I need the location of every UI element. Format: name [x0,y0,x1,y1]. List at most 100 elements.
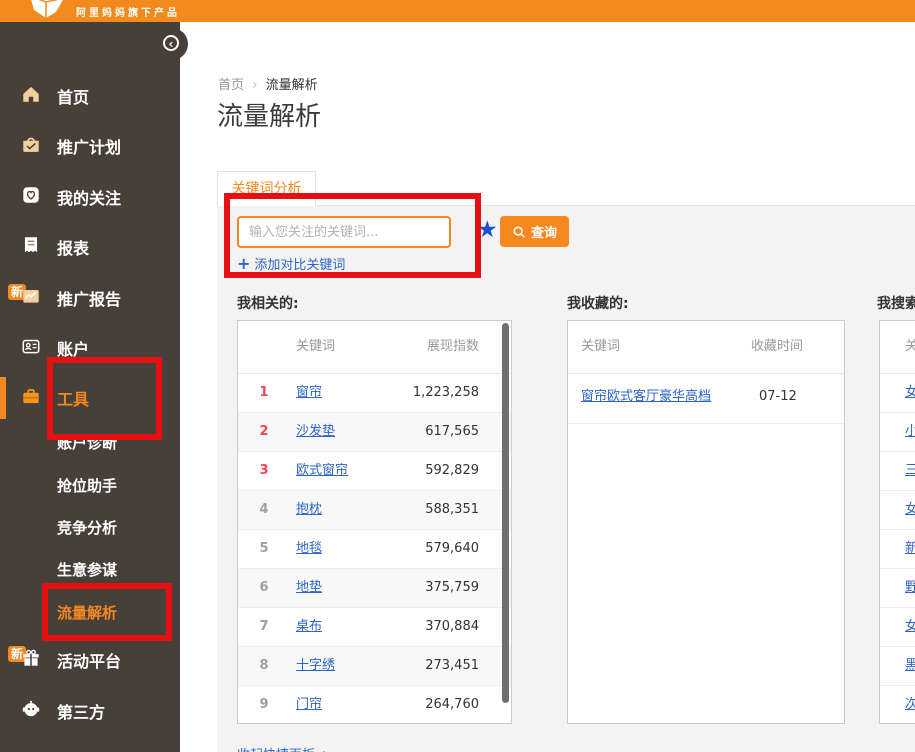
rank: 8 [252,647,276,685]
sidebar-subitem-competition-analysis[interactable]: 竞争分析 [57,517,117,539]
keyword-link[interactable]: 欧式窗帘 [296,452,348,490]
table-row: 6 地垫 375,759 [238,569,511,608]
table-scrollbar[interactable] [502,323,509,703]
table-row: 5地毯579,640 [238,530,511,569]
keyword-link[interactable]: 女 [905,491,915,529]
sidebar-item-label: 我的关注 [57,185,121,209]
table-row: 窗帘欧式客厅豪华高档 07-12 [568,374,844,424]
rank: 2 [252,413,276,451]
keyword-link[interactable]: 新 [905,530,915,568]
sidebar-item-promo-report[interactable]: 推广报告 新 [0,283,180,311]
sidebar-item-third-party[interactable]: 第三方 [0,696,180,724]
toolbox-icon [20,385,42,407]
keyword-link[interactable]: 野 [905,569,915,607]
sidebar-item-activity-platform[interactable]: 活动平台 新 [0,645,180,673]
plus-icon: + [237,254,250,273]
related-panel-title: 我相关的: [237,293,299,313]
topbar: 阿里妈妈旗下产品 [0,0,915,22]
keyword-link[interactable]: 桌布 [296,608,322,646]
keyword-link[interactable]: 窗帘欧式客厅豪华高档 [581,374,711,420]
table-row: 黑 [880,647,915,686]
table-row: 女 [880,374,915,413]
add-compare-keyword-link[interactable]: + 添加对比关键词 [237,254,345,273]
favorite-star-icon[interactable]: ★ [477,217,498,243]
breadcrumb-current: 流量解析 [266,78,318,93]
rank: 4 [252,491,276,529]
sidebar-item-label: 工具 [57,386,89,410]
keyword-link[interactable]: 黑 [905,647,915,685]
rank: 6 [252,569,276,607]
keyword-link[interactable]: 小 [905,413,915,451]
table-row: 新 [880,530,915,569]
sidebar-item-campaigns[interactable]: 推广计划 [0,131,180,159]
robot-icon [20,698,42,720]
impression-value: 1,223,258 [413,374,479,412]
promo-report-icon [20,285,42,307]
table-header: 关键词 收藏时间 [568,321,844,374]
sidebar-subitem-account-diagnosis[interactable]: 账户诊断 [57,432,117,454]
sidebar-collapse-button[interactable]: ‹ [156,28,188,60]
add-compare-label: 添加对比关键词 [254,258,345,273]
chevron-up-icon: ∧ [319,748,329,752]
related-keywords-table: 关键词 展现指数 1窗帘1,223,258 2沙发垫617,565 3欧式窗帘5… [237,320,512,724]
table-header: 关键词 [880,321,915,374]
sidebar-item-my-follows[interactable]: 我的关注 [0,182,180,210]
gift-icon [20,647,42,669]
impression-value: 592,829 [425,452,479,490]
sidebar-subitem-business-advisor[interactable]: 生意参谋 [57,559,117,581]
id-card-icon [20,335,42,357]
col-favorite-time: 收藏时间 [751,321,803,373]
rank: 7 [252,608,276,646]
impression-value: 579,640 [425,530,479,568]
query-button[interactable]: 查询 [500,216,569,247]
sidebar-item-tools[interactable]: 工具 [0,383,180,411]
table-row: 7桌布370,884 [238,608,511,647]
sidebar: ‹ 首页 推广计划 我的关注 报表 推广报告 新 账户 [0,22,180,752]
table-row: 小 [880,413,915,452]
table-row: 女 [880,491,915,530]
table-row: 三 [880,452,915,491]
breadcrumb-home-link[interactable]: 首页 [218,78,244,93]
sidebar-item-label: 账户 [57,336,89,360]
impression-value: 375,759 [425,569,479,607]
impression-value: 273,451 [425,647,479,685]
keyword-link[interactable]: 窗帘 [296,374,322,412]
sidebar-subitem-rank-assistant[interactable]: 抢位助手 [57,475,117,497]
heart-icon [20,184,42,206]
table-row: 1 窗帘 1,223,258 [238,374,511,413]
sidebar-item-label: 第三方 [57,699,105,723]
keyword-link[interactable]: 次 [905,686,915,724]
table-row: 野 [880,569,915,608]
keyword-link[interactable]: 十字绣 [296,647,335,685]
keyword-link[interactable]: 三 [905,452,915,490]
sidebar-subitem-traffic-analysis[interactable]: 流量解析 [57,602,117,624]
col-keyword: 关键词 [296,321,335,373]
rank: 3 [252,452,276,490]
sidebar-item-label: 报表 [57,235,89,259]
rank: 1 [252,374,276,412]
table-row: 4抱枕588,351 [238,491,511,530]
favorite-time: 07-12 [759,374,797,420]
keyword-link[interactable]: 地垫 [296,569,322,607]
keyword-link[interactable]: 地毯 [296,530,322,568]
collapse-quick-panel-link[interactable]: 收起快捷面板 ∧ [237,744,329,752]
keyword-link[interactable]: 门帘 [296,686,322,724]
keyword-search-input[interactable] [237,216,451,248]
keyword-link[interactable]: 女 [905,608,915,646]
rank: 9 [252,686,276,724]
keyword-link[interactable]: 抱枕 [296,491,322,529]
sidebar-item-home[interactable]: 首页 [0,81,180,109]
table-row: 2沙发垫617,565 [238,413,511,452]
keyword-link[interactable]: 女 [905,374,915,412]
col-keyword: 关键词 [905,321,915,373]
sidebar-item-label: 活动平台 [57,648,121,672]
sidebar-item-label: 推广计划 [57,134,121,158]
col-impression-index: 展现指数 [427,321,479,373]
favorites-panel-title: 我收藏的: [567,293,629,313]
keyword-link[interactable]: 沙发垫 [296,413,335,451]
collapse-quick-panel-label: 收起快捷面板 [237,748,315,752]
sidebar-item-reports[interactable]: 报表 [0,232,180,260]
tab-keyword-analysis[interactable]: 关键词分析 [217,171,316,206]
table-header: 关键词 展现指数 [238,321,511,374]
sidebar-item-account[interactable]: 账户 [0,333,180,361]
